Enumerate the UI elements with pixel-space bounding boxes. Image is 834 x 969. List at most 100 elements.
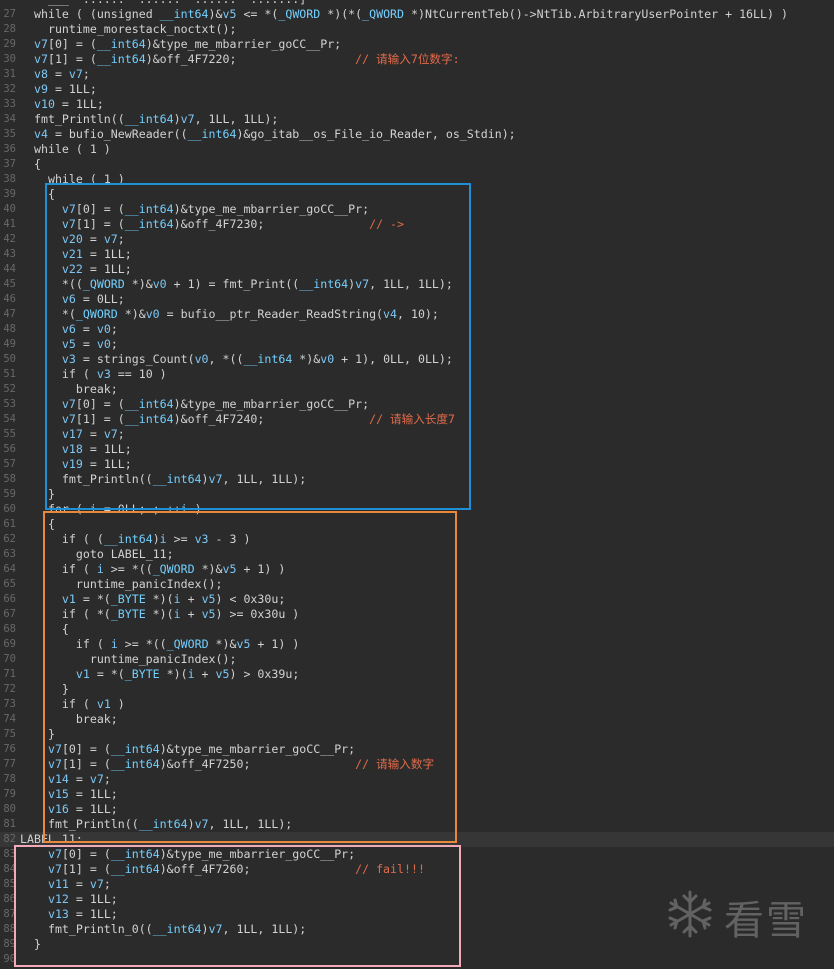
line-number: 58 xyxy=(3,473,16,485)
code-token: ) > 0x39u; xyxy=(229,667,300,681)
code-line[interactable]: 30 v7[1] = (__int64)&off_4F7220; // 请输入7位… xyxy=(0,52,834,67)
code-line[interactable]: 57 v19 = 1LL; xyxy=(0,457,834,472)
code-line[interactable]: 41 v7[1] = (__int64)&off_4F7230; // -> xyxy=(0,217,834,232)
code-line[interactable]: 42 v20 = v7; xyxy=(0,232,834,247)
code-line[interactable]: 79 v15 = 1LL; xyxy=(0,787,834,802)
code-line[interactable]: 56 v18 = 1LL; xyxy=(0,442,834,457)
code-line[interactable]: 49 v5 = v0; xyxy=(0,337,834,352)
code-token: *(( xyxy=(34,277,83,291)
code-line[interactable]: 69 if ( i >= *((_QWORD *)&v5 + 1) ) xyxy=(0,637,834,652)
code-line[interactable]: 75 } xyxy=(0,727,834,742)
line-number: 57 xyxy=(3,458,16,470)
code-line[interactable]: 46 v6 = 0LL; xyxy=(0,292,834,307)
code-line[interactable]: 38 while ( 1 ) xyxy=(0,172,834,187)
code-line[interactable]: 59 } xyxy=(0,487,834,502)
code-line[interactable]: 45 *((_QWORD *)&v0 + 1) = fmt_Print((__i… xyxy=(0,277,834,292)
code-line[interactable]: 58 fmt_Println((__int64)v7, 1LL, 1LL); xyxy=(0,472,834,487)
code-token: ; xyxy=(103,877,111,891)
code-line[interactable]: 32 v9 = 1LL; xyxy=(0,82,834,97)
code-line[interactable]: 66 v1 = *(_BYTE *)(i + v5) < 0x30u; xyxy=(0,592,834,607)
code-line[interactable]: 53 v7[0] = (__int64)&type_me_mbarrier_go… xyxy=(0,397,834,412)
code-line[interactable]: ___ ...... ...... ...... .......] xyxy=(0,0,834,7)
code-line[interactable]: 52 break; xyxy=(0,382,834,397)
code-token: v7 xyxy=(89,877,104,891)
code-token: if xyxy=(61,562,76,576)
code-line[interactable]: 63 goto LABEL_11; xyxy=(0,547,834,562)
code-line[interactable]: 70 runtime_panicIndex(); xyxy=(0,652,834,667)
code-line[interactable]: 62 if ( (__int64)i >= v3 - 3 ) xyxy=(0,532,834,547)
code-line[interactable]: 47 *(_QWORD *)&v0 = bufio__ptr_Reader_Re… xyxy=(0,307,834,322)
code-line[interactable]: 40 v7[0] = (__int64)&type_me_mbarrier_go… xyxy=(0,202,834,217)
code-line[interactable]: 90 xyxy=(0,952,834,967)
code-line[interactable]: 84 v7[1] = (__int64)&off_4F7260; // fail… xyxy=(0,862,834,877)
code-token: _QWORD xyxy=(166,637,209,651)
code-line[interactable]: 54 v7[1] = (__int64)&off_4F7240; // 请输入长… xyxy=(0,412,834,427)
code-line[interactable]: 65 runtime_panicIndex(); xyxy=(0,577,834,592)
code-line[interactable]: 44 v22 = 1LL; xyxy=(0,262,834,277)
code-line[interactable]: 82 LABEL_11: xyxy=(0,832,834,847)
code-token: v7 xyxy=(47,847,62,861)
code-line[interactable]: 72 } xyxy=(0,682,834,697)
code-line[interactable]: 61 { xyxy=(0,517,834,532)
code-line[interactable]: 83 v7[0] = (__int64)&type_me_mbarrier_go… xyxy=(0,847,834,862)
code-line[interactable]: 71 v1 = *(_BYTE *)(i + v5) > 0x39u; xyxy=(0,667,834,682)
code-line[interactable]: 35 v4 = bufio_NewReader((__int64)&go_itab… xyxy=(0,127,834,142)
code-token: v7 xyxy=(34,52,48,66)
code-line[interactable]: 77 v7[1] = (__int64)&off_4F7250; // 请输入数… xyxy=(0,757,834,772)
line-number: 52 xyxy=(3,383,16,395)
code-token: , 1LL, 1LL); xyxy=(222,922,307,936)
code-line[interactable]: 28 runtime_morestack_noctxt(); xyxy=(0,22,834,37)
code-line[interactable]: 55 v17 = v7; xyxy=(0,427,834,442)
code-line[interactable]: 50 v3 = strings_Count(v0, *((__int64 *)&… xyxy=(0,352,834,367)
code-token: v7 xyxy=(89,772,104,786)
code-line[interactable]: 78 v14 = v7; xyxy=(0,772,834,787)
line-number: 39 xyxy=(3,188,16,200)
line-number: 31 xyxy=(3,68,16,80)
code-token: v7 xyxy=(47,742,62,756)
code-line[interactable]: 76 v7[0] = (__int64)&type_me_mbarrier_go… xyxy=(0,742,834,757)
watermark: 看雪 xyxy=(664,884,814,944)
code-line[interactable]: 74 break; xyxy=(0,712,834,727)
code-token: ) xyxy=(201,472,209,486)
line-number: 71 xyxy=(3,668,16,680)
pseudocode-view[interactable]: ___ ...... ...... ...... .......] 27 while… xyxy=(0,0,834,969)
code-line[interactable]: 51 if ( v3 == 10 ) xyxy=(0,367,834,382)
code-line[interactable]: 29 v7[0] = (__int64)&type_me_mbarrier_goC… xyxy=(0,37,834,52)
code-line[interactable]: 33 v10 = 1LL; xyxy=(0,97,834,112)
code-line[interactable]: 68 { xyxy=(0,622,834,637)
code-line[interactable]: 31 v8 = v7; xyxy=(0,67,834,82)
code-token: + 1) = fmt_Print(( xyxy=(166,277,300,291)
code-line[interactable]: 67 if ( *(_BYTE *)(i + v5) >= 0x30u ) xyxy=(0,607,834,622)
code-line[interactable]: 80 v16 = 1LL; xyxy=(0,802,834,817)
code-token: if xyxy=(61,607,76,621)
code-token: v4 xyxy=(383,307,398,321)
code-token: ( xyxy=(75,697,97,711)
code-token: __int64 xyxy=(96,37,146,51)
code-token: { xyxy=(34,517,55,531)
line-number: 50 xyxy=(3,353,16,365)
code-token: ; xyxy=(82,67,90,81)
code-line[interactable]: 64 if ( i >= *((_QWORD *)&v5 + 1) ) xyxy=(0,562,834,577)
code-line[interactable]: 48 v6 = v0; xyxy=(0,322,834,337)
code-token: v16 xyxy=(47,802,69,816)
code-token: = 1LL; xyxy=(47,82,97,96)
code-line[interactable]: 60 for ( i = 0LL; ; ++i ) xyxy=(0,502,834,517)
code-line[interactable]: 27 while ( (unsigned __int64)&v5 <= *(_QW… xyxy=(0,7,834,22)
code-line[interactable]: 73 if ( v1 ) xyxy=(0,697,834,712)
line-number: 56 xyxy=(3,443,16,455)
code-line[interactable]: 36 while ( 1 ) xyxy=(0,142,834,157)
code-token: ( 1 ) xyxy=(68,142,111,156)
code-line[interactable]: 81 fmt_Println((__int64)v7, 1LL, 1LL); xyxy=(0,817,834,832)
code-token: if xyxy=(61,367,76,381)
code-token: __int64 xyxy=(124,412,174,426)
code-line[interactable]: 34 fmt_Println((__int64)v7, 1LL, 1LL); xyxy=(0,112,834,127)
code-line[interactable]: 39 { xyxy=(0,187,834,202)
code-line[interactable]: 37 { xyxy=(0,157,834,172)
code-line[interactable]: 43 v21 = 1LL; xyxy=(0,247,834,262)
code-token: v5 xyxy=(201,592,216,606)
watermark-text: 看雪 xyxy=(724,898,808,944)
